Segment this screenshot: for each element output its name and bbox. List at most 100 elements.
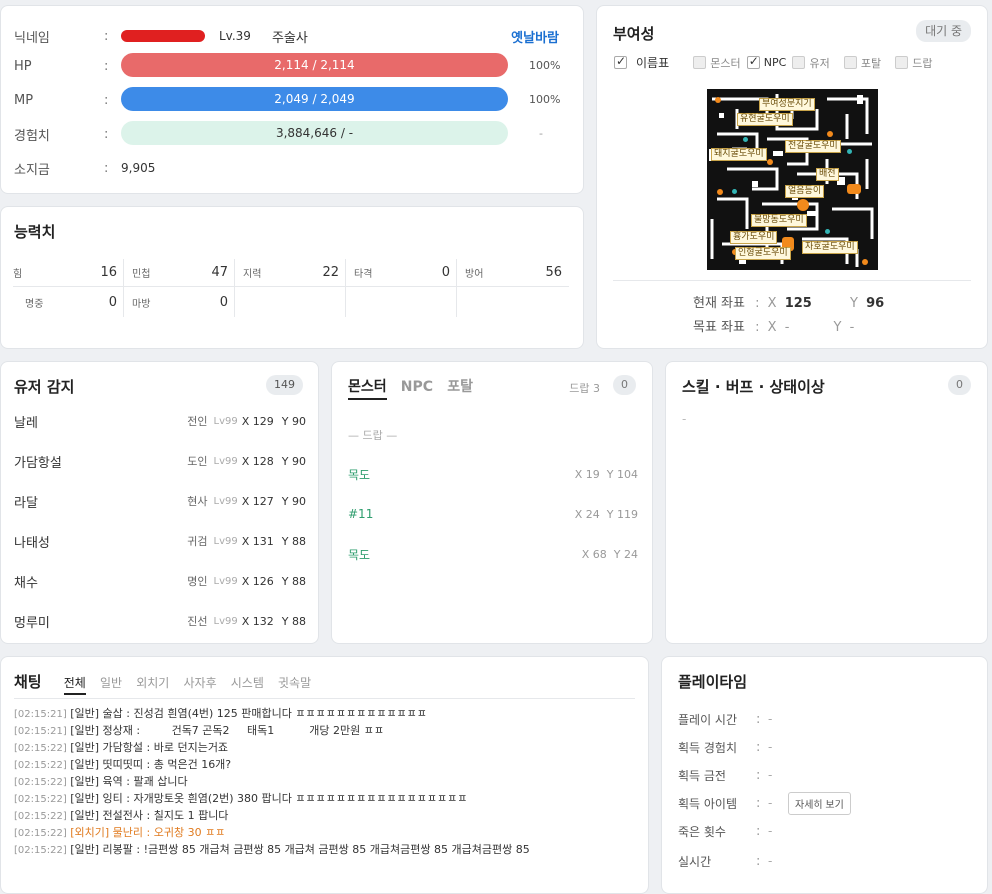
tab-chat-all[interactable]: 전체 <box>63 674 86 695</box>
monster-count-badge: 0 <box>613 375 636 395</box>
tab-chat-roar[interactable]: 사자후 <box>183 674 216 691</box>
drop-header: — 드랍 — <box>348 429 398 442</box>
monster-card: 몬스터 NPC 포탈 드랍 3 0 — 드랍 — 목도 X 19 Y 104 #1… <box>331 361 653 644</box>
filter-nametag-checkbox[interactable] <box>614 54 627 69</box>
target-coord-label: 목표 좌표 <box>693 320 745 335</box>
user-detect-card: 유저 감지 149 날레 전인 Lv99 X 129 Y 90 가담항설 도인 Lv99 X … <box>0 361 319 644</box>
mp-percent: 100% <box>529 93 561 106</box>
map-label: 유현굴도우미 <box>737 113 793 126</box>
job-text: 주술사 <box>271 30 308 46</box>
tab-chat-shout[interactable]: 외치기 <box>136 674 169 691</box>
current-coord-row: 현재 좌표 : X 125 Y 96 <box>693 296 885 311</box>
gold-value: 9,905 <box>121 161 156 175</box>
filter-user-checkbox[interactable] <box>792 56 806 69</box>
users-title: 유저 감지 <box>14 378 75 396</box>
map-marker <box>767 159 773 165</box>
map-label: 자호굴도우미 <box>802 241 858 254</box>
chat-line: [02:15:22] [일반] 잉티 : 자개망토옷 흰염(2번) 380 팝니… <box>14 792 468 805</box>
list-item[interactable]: 목도 X 19 Y 104 <box>348 464 638 484</box>
map-title: 부여성 <box>613 25 655 43</box>
stat-cell: 명중 0 <box>13 287 124 317</box>
current-coord-label: 현재 좌표 <box>693 296 745 311</box>
list-item[interactable]: 채수 명인 Lv99 X 126 Y 88 <box>14 571 306 591</box>
stat-cell <box>235 287 346 317</box>
target-y: - <box>849 320 855 335</box>
playtime-row: 획득 금전: - <box>678 767 773 783</box>
map-marker <box>825 229 830 234</box>
nickname-label: 닉네임 <box>14 30 50 46</box>
detail-button[interactable]: 자세히 보기 <box>788 791 851 815</box>
list-item[interactable]: 나태성 귀검 Lv99 X 131 Y 88 <box>14 531 306 551</box>
stat-cell <box>346 287 457 317</box>
list-item[interactable]: 멍루미 진선 Lv99 X 132 Y 88 <box>14 611 306 631</box>
filter-npc-checkbox[interactable] <box>746 54 760 69</box>
map-label: 얼음등이 <box>785 185 825 198</box>
minimap[interactable]: 부여성문지기 유현굴도우미 전갈굴도우미 돼지굴도우미 배전 얼음등이 물망동도… <box>707 89 878 270</box>
chat-header: 채팅 전체 일반 외치기 사자후 시스템 귓속말 <box>14 671 321 695</box>
filter-portal-checkbox[interactable] <box>843 56 857 69</box>
chat-line: [02:15:22] [일반] 띳띠띳띠 : 총 먹은건 16개? <box>14 758 232 771</box>
map-label: 배전 <box>816 168 839 181</box>
skills-empty: - <box>682 412 687 426</box>
tab-npc[interactable]: NPC <box>401 379 433 395</box>
list-item[interactable]: 날레 전인 Lv99 X 129 Y 90 <box>14 411 306 431</box>
tab-portal[interactable]: 포탈 <box>447 376 473 396</box>
stat-cell <box>457 287 568 317</box>
status-badge: 대기 중 <box>916 20 971 42</box>
stat-cell: 타격 0 <box>346 259 457 286</box>
stats-row: 힘 16 민첩 47 지력 22 타격 0 방어 56 <box>13 259 569 287</box>
map-marker <box>847 184 861 194</box>
chat-line: [02:15:21] [일반] 정상재 : 건독7 곤독2 태독1 개당 2만원… <box>14 724 384 737</box>
stats-card: 능력치 힘 16 민첩 47 지력 22 타격 0 방어 56 명중 0 마방 0 <box>0 206 584 349</box>
stat-cell: 방어 56 <box>465 265 562 280</box>
list-item[interactable]: #11 X 24 Y 119 <box>348 504 638 524</box>
nickname-row: 닉네임 : Lv.39 주술사 옛날바람 <box>14 27 559 46</box>
stat-cell: 마방 0 <box>124 287 235 317</box>
stats-grid: 힘 16 민첩 47 지력 22 타격 0 방어 56 명중 0 마방 0 <box>13 259 569 317</box>
user-count-badge: 149 <box>266 375 303 395</box>
server-link[interactable]: 옛날바람 <box>511 27 559 46</box>
skills-count-badge: 0 <box>948 375 971 395</box>
list-item[interactable]: 목도 X 68 Y 24 <box>348 544 638 564</box>
tab-chat-system[interactable]: 시스템 <box>231 674 264 691</box>
map-label: 흉가도우미 <box>730 231 778 244</box>
tab-chat-whisper[interactable]: 귓속말 <box>278 674 311 691</box>
hp-value: 2,114 / 2,114 <box>274 58 355 72</box>
map-marker <box>847 149 852 154</box>
divider <box>14 698 635 699</box>
chat-line-shout: [02:15:22] [외치기] 물난리 : 오귀창 30 ㅍㅍ <box>14 826 226 839</box>
nickname-redacted <box>121 30 205 42</box>
target-coord-row: 목표 좌표 : X - Y - <box>693 320 855 335</box>
filter-drop-checkbox[interactable] <box>895 56 909 69</box>
current-x: 125 <box>784 296 812 311</box>
map-marker <box>715 97 721 103</box>
tab-monster[interactable]: 몬스터 <box>348 376 387 400</box>
exp-percent: - <box>539 127 543 140</box>
playtime-title: 플레이타임 <box>678 673 748 691</box>
chat-line: [02:15:21] [일반] 술삽 : 진성검 흰염(4번) 125 판매합니… <box>14 707 427 720</box>
skills-title: 스킬 · 버프 · 상태이상 <box>682 378 825 396</box>
chat-title: 채팅 <box>14 673 42 691</box>
playtime-row: 획득 아이템: - 자세히 보기 <box>678 791 978 815</box>
level-text: Lv.39 <box>219 29 251 43</box>
exp-label: 경험치 <box>14 128 50 144</box>
exp-bar: 3,884,646 / - <box>121 121 508 145</box>
hp-bar: 2,114 / 2,114 <box>121 53 508 77</box>
map-marker <box>797 199 809 211</box>
playtime-row: 죽은 횟수: - <box>678 823 773 839</box>
target-x: - <box>784 320 790 335</box>
divider <box>613 280 971 281</box>
chat-line: [02:15:22] [일반] 리봉팔 : !금편쌍 85 개급쳐 금편쌍 85… <box>14 843 530 856</box>
playtime-row: 플레이 시간: - <box>678 711 773 727</box>
map-marker <box>827 131 833 137</box>
map-label: 전갈굴도우미 <box>785 140 841 153</box>
chat-card: 채팅 전체 일반 외치기 사자후 시스템 귓속말 [02:15:21] [일반]… <box>0 656 649 894</box>
exp-value: 3,884,646 / - <box>275 126 354 140</box>
map-label: 돼지굴도우미 <box>711 148 767 161</box>
list-item[interactable]: 라달 현사 Lv99 X 127 Y 90 <box>14 491 306 511</box>
tab-chat-normal[interactable]: 일반 <box>100 674 122 691</box>
hp-percent: 100% <box>529 59 561 72</box>
filter-monster-checkbox[interactable] <box>693 56 707 69</box>
playtime-row: 획득 경험치: - <box>678 739 773 755</box>
list-item[interactable]: 가담항설 도인 Lv99 X 128 Y 90 <box>14 451 306 471</box>
